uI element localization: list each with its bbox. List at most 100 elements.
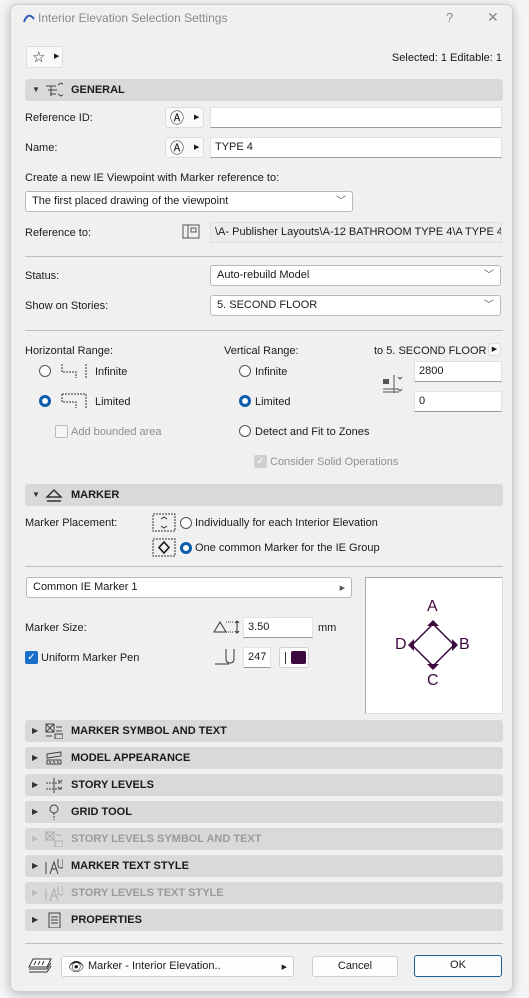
- arrow-right-icon: ▶: [194, 144, 200, 151]
- marker-size-input[interactable]: 3.50: [243, 617, 313, 638]
- create-viewpoint-label: Create a new IE Viewpoint with Marker re…: [25, 172, 280, 184]
- vertical-range-label: Vertical Range:: [224, 345, 299, 357]
- panel-header-label: STORY LEVELS TEXT STYLE: [71, 887, 224, 899]
- divider: [25, 943, 503, 944]
- collapsed-triangle-icon: ▶: [32, 780, 39, 789]
- model-appearance-icon: [46, 751, 62, 765]
- panel-header-properties[interactable]: ▶ PROPERTIES: [25, 909, 503, 931]
- text-style-icon: [45, 859, 63, 874]
- individual-marker-icon: [152, 513, 176, 532]
- autotext-icon: Ⓐ: [170, 110, 184, 126]
- show-on-stories-label: Show on Stories:: [25, 300, 109, 312]
- name-autotext-button[interactable]: Ⓐ ▶: [165, 137, 204, 158]
- archicad-logo-icon: [23, 14, 35, 23]
- close-button[interactable]: ✕: [487, 9, 499, 26]
- marker-size-unit: mm: [318, 622, 337, 634]
- panel-header-model-appearance[interactable]: ▶ MODEL APPEARANCE: [25, 747, 503, 769]
- panel-header-label: PROPERTIES: [71, 914, 142, 926]
- placement-individual-label: Individually for each Interior Elevation: [195, 517, 378, 529]
- vertical-infinite-radio[interactable]: [239, 365, 251, 377]
- status-value: Auto-rebuild Model: [217, 269, 310, 281]
- collapsed-triangle-icon: ▶: [32, 861, 39, 870]
- marker-placement-label: Marker Placement:: [25, 517, 118, 529]
- favorites-button[interactable]: ☆ ▶: [26, 46, 63, 68]
- create-viewpoint-value: The first placed drawing of the viewpoin…: [32, 195, 229, 207]
- window-title: Interior Elevation Selection Settings: [38, 11, 228, 25]
- panel-header-grid-tool[interactable]: ▶ GRID TOOL: [25, 801, 503, 823]
- show-on-stories-select[interactable]: 5. SECOND FLOOR ﹀: [210, 295, 501, 316]
- add-bounded-area-checkbox[interactable]: [55, 425, 68, 438]
- layer-select[interactable]: 👁 Marker - Interior Elevation.. ▶: [61, 956, 294, 977]
- status-select[interactable]: Auto-rebuild Model ﹀: [210, 265, 501, 286]
- marker-header-label: MARKER: [71, 489, 120, 501]
- pen-number-input[interactable]: 247: [243, 647, 271, 668]
- consider-solid-label: Consider Solid Operations: [270, 456, 399, 468]
- panel-header-story-levels-text-style: ▶ STORY LEVELS TEXT STYLE: [25, 882, 503, 904]
- pen-color-swatch: [291, 651, 306, 664]
- arrow-right-icon: ▶: [194, 114, 200, 121]
- common-marker-icon: [152, 538, 176, 557]
- divider: [25, 330, 503, 331]
- name-input[interactable]: TYPE 4: [210, 137, 502, 158]
- panel-header-label: STORY LEVELS SYMBOL AND TEXT: [71, 833, 262, 845]
- pen-color-button[interactable]: [279, 647, 309, 668]
- autotext-icon: Ⓐ: [170, 140, 184, 156]
- reference-to-path: \A- Publisher Layouts\A-12 BATHROOM TYPE…: [210, 222, 502, 243]
- uniform-marker-pen-checkbox[interactable]: ✓: [25, 651, 38, 664]
- layer-value: Marker - Interior Elevation..: [88, 960, 221, 972]
- consider-solid-checkbox[interactable]: ✓: [254, 455, 267, 468]
- properties-icon: [48, 912, 61, 928]
- reference-id-input[interactable]: [210, 107, 502, 128]
- horizontal-infinite-label: Infinite: [95, 366, 128, 378]
- panel-header-marker-symbol-and-text[interactable]: ▶ MARKER SYMBOL AND TEXT: [25, 720, 503, 742]
- divider: [25, 566, 503, 567]
- collapsed-triangle-icon: ▶: [32, 888, 39, 897]
- marker-type-select[interactable]: Common IE Marker 1 ▶: [26, 577, 352, 598]
- general-panel-header[interactable]: ▼ GENERAL: [25, 79, 503, 101]
- reference-to-label: Reference to:: [25, 227, 92, 239]
- panel-header-label: MARKER SYMBOL AND TEXT: [71, 725, 227, 737]
- star-icon: ☆: [32, 49, 46, 66]
- create-viewpoint-select[interactable]: The first placed drawing of the viewpoin…: [25, 191, 353, 212]
- uniform-marker-pen-label: Uniform Marker Pen: [41, 652, 140, 664]
- cancel-button[interactable]: Cancel: [312, 956, 398, 977]
- reference-id-autotext-button[interactable]: Ⓐ ▶: [165, 107, 204, 128]
- to-story-arrow-button[interactable]: ▶: [488, 343, 501, 356]
- chevron-down-icon: ﹀: [484, 300, 494, 311]
- marker-size-icon: [213, 620, 240, 634]
- panel-header-story-levels[interactable]: ▶ STORY LEVELS: [25, 774, 503, 796]
- pen-icon: [215, 649, 235, 665]
- vertical-detect-zones-radio[interactable]: [239, 425, 251, 437]
- expanded-triangle-icon: ▼: [32, 85, 40, 94]
- panel-header-label: MARKER TEXT STYLE: [71, 860, 189, 872]
- text-style-icon: [45, 886, 63, 901]
- horizontal-limited-radio[interactable]: [39, 395, 51, 407]
- vertical-limited-radio[interactable]: [239, 395, 251, 407]
- collapsed-triangle-icon: ▶: [32, 753, 39, 762]
- arrow-right-icon: ▶: [281, 964, 287, 971]
- story-symbol-icon: [45, 831, 63, 847]
- collapsed-triangle-icon: ▶: [32, 915, 39, 924]
- pen-weight-line: [285, 652, 286, 664]
- divider: [25, 256, 503, 257]
- status-label: Status:: [25, 270, 60, 282]
- name-label: Name:: [25, 142, 58, 154]
- top-elevation-input[interactable]: 2800: [414, 361, 502, 382]
- expanded-triangle-icon: ▼: [32, 490, 40, 499]
- bottom-elevation-input[interactable]: 0: [414, 391, 502, 412]
- story-levels-icon: [46, 778, 63, 793]
- placement-common-radio[interactable]: [180, 542, 192, 554]
- layout-icon: [182, 224, 200, 239]
- vertical-detect-zones-label: Detect and Fit to Zones: [255, 426, 370, 438]
- ok-button[interactable]: OK: [414, 955, 502, 977]
- stories-value: 5. SECOND FLOOR: [217, 299, 318, 311]
- collapsed-triangle-icon: ▶: [32, 726, 39, 735]
- eye-icon: 👁: [68, 959, 85, 974]
- placement-individual-radio[interactable]: [180, 517, 192, 529]
- help-button[interactable]: ?: [446, 10, 453, 25]
- vertical-infinite-label: Infinite: [255, 366, 288, 378]
- horizontal-range-label: Horizontal Range:: [25, 345, 114, 357]
- marker-panel-header[interactable]: ▼ MARKER: [25, 484, 503, 506]
- horizontal-infinite-radio[interactable]: [39, 365, 51, 377]
- panel-header-marker-text-style[interactable]: ▶ MARKER TEXT STYLE: [25, 855, 503, 877]
